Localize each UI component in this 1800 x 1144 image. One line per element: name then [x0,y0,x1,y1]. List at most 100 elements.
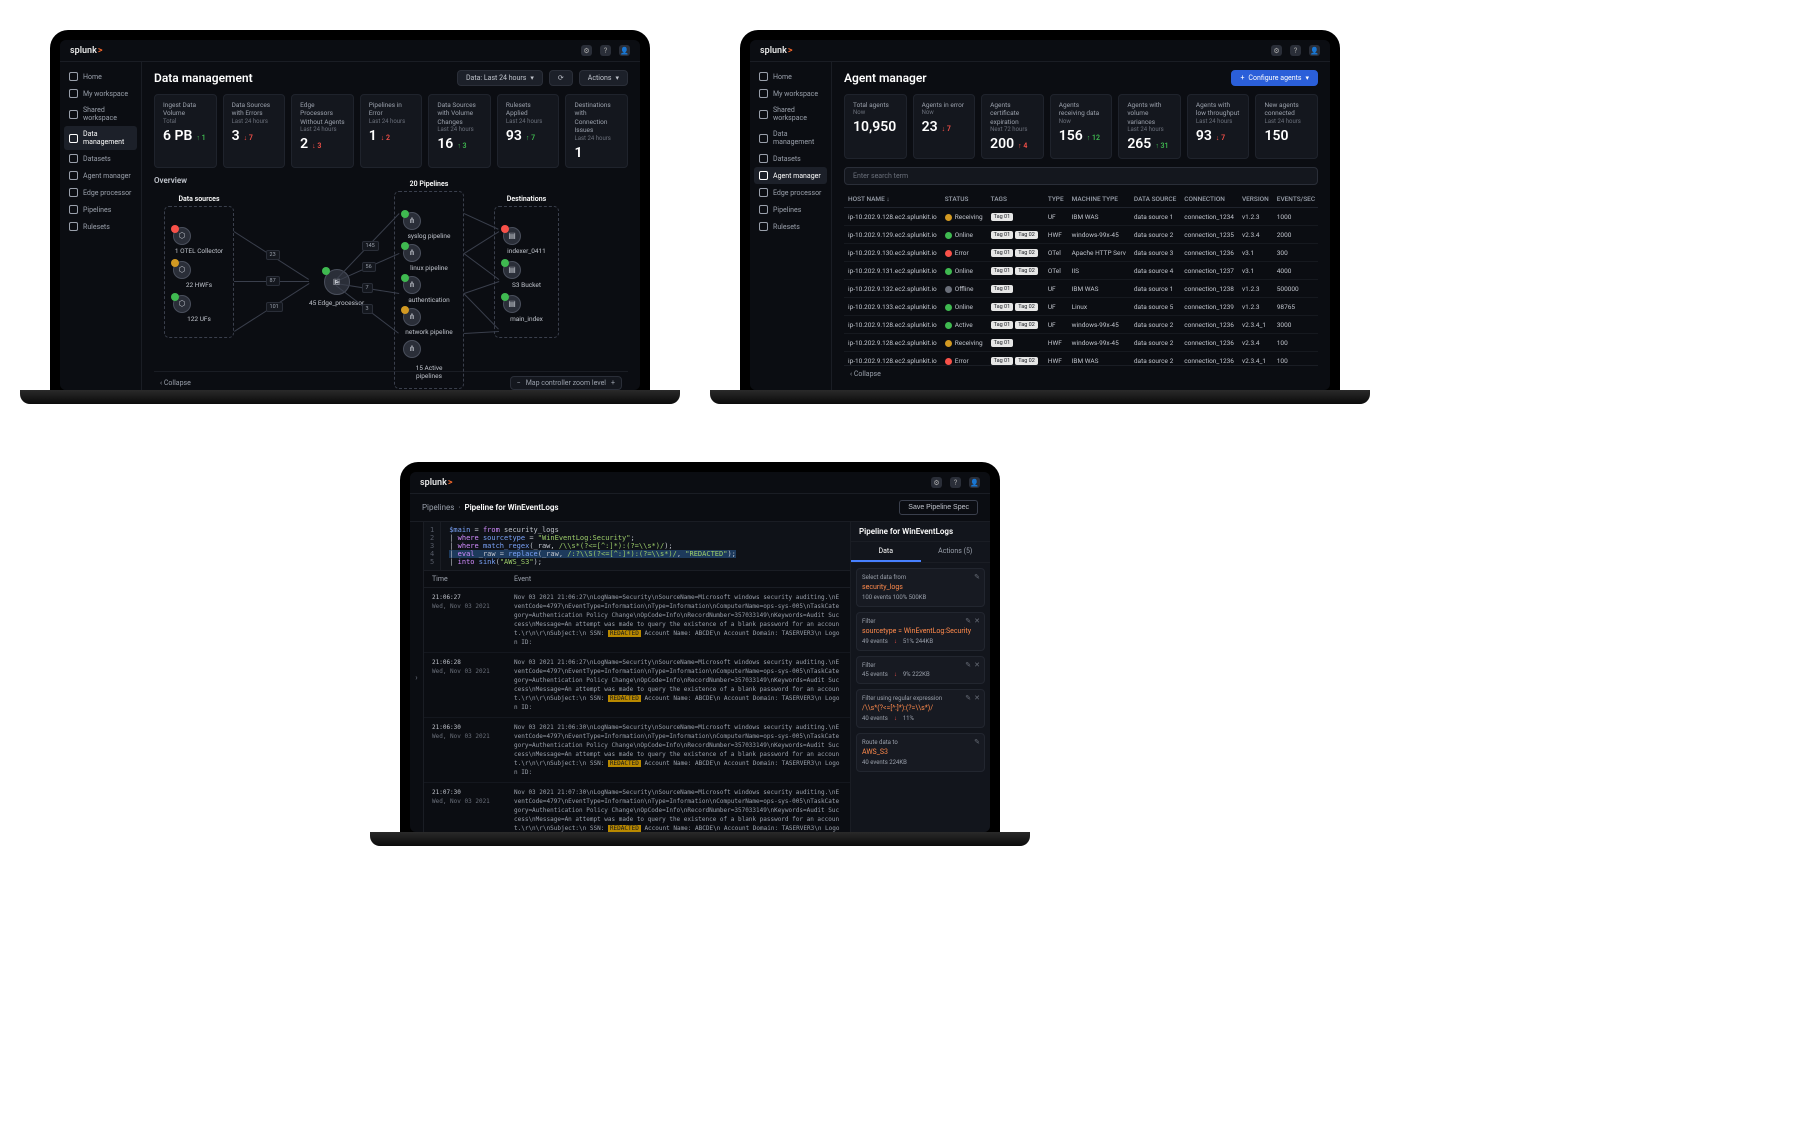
sidebar-item-data-management[interactable]: Data management [754,126,827,150]
sidebar-item-data-management[interactable]: Data management [64,126,137,150]
table-header[interactable]: VERSION [1238,191,1273,208]
stat-card[interactable]: Agents certificate expirationNext 72 hou… [981,94,1044,159]
collapse-sidebar[interactable]: ‹ Collapse [160,379,191,387]
sidebar-item-agent-manager[interactable]: Agent manager [754,167,827,184]
search-input[interactable]: Enter search term [844,167,1318,185]
table-header[interactable]: EVENTS/SEC [1273,191,1318,208]
stat-card[interactable]: Data Sources with ErrorsLast 24 hours3 ↓… [223,94,286,168]
table-header[interactable]: MACHINE TYPE [1068,191,1130,208]
graph-node[interactable]: ⬡ [173,227,225,245]
table-header[interactable]: DATA SOURCE [1130,191,1180,208]
edit-icon[interactable]: ✎ [974,738,980,746]
table-row[interactable]: ip-10.202.9.128.ec2.splunkit.ioReceiving… [844,208,1318,226]
edit-icon[interactable]: ✎ [965,661,971,669]
stat-card[interactable]: Destinations with Connection IssuesLast … [565,94,628,168]
event-row[interactable]: 21:06:30Wed, Nov 03 2021Nov 03 2021 21:0… [424,718,850,783]
action-card[interactable]: ✎Select data fromsecurity_logs100 events… [856,568,985,607]
graph-node[interactable]: ▤ [503,261,550,279]
graph-node[interactable]: ⬡ [173,295,225,313]
help-icon[interactable]: ? [1290,45,1301,56]
events-list[interactable]: 21:06:27Wed, Nov 03 2021Nov 03 2021 21:0… [424,588,850,832]
event-row[interactable]: 21:07:30Wed, Nov 03 2021Nov 03 2021 21:0… [424,783,850,832]
stat-card[interactable]: Rulesets AppliedLast 24 hours93 ↑ 7 [497,94,560,168]
event-row[interactable]: 21:06:27Wed, Nov 03 2021Nov 03 2021 21:0… [424,588,850,653]
edit-icon[interactable]: ✎ [974,573,980,581]
settings-icon[interactable]: ⚙ [581,45,592,56]
sidebar-item-datasets[interactable]: Datasets [754,150,827,167]
tab-actions[interactable]: Actions (5) [921,542,991,562]
collapse-sidebar[interactable]: ‹ Collapse [850,370,881,378]
table-row[interactable]: ip-10.202.9.128.ec2.splunkit.ioReceiving… [844,334,1318,352]
tab-data[interactable]: Data [851,542,921,562]
user-icon[interactable]: 👤 [1309,45,1320,56]
graph-node[interactable]: ▤ [503,227,550,245]
sidebar-item-agent-manager[interactable]: Agent manager [64,167,137,184]
sidebar-item-shared-workspace[interactable]: Shared workspace [754,102,827,126]
table-row[interactable]: ip-10.202.9.128.ec2.splunkit.ioErrorTag … [844,352,1318,365]
stat-card[interactable]: Data Sources with Volume ChangesLast 24 … [428,94,491,168]
graph-node[interactable]: ⋔ [403,212,455,230]
overview-graph[interactable]: Data sources⬡1 OTEL Collector⬡22 HWFs⬡12… [154,191,628,371]
stat-card[interactable]: Agents with volume variancesLast 24 hour… [1118,94,1181,159]
sidebar-item-pipelines[interactable]: Pipelines [64,201,137,218]
table-header[interactable]: HOST NAME ↓ [844,191,941,208]
close-icon[interactable]: ✕ [974,617,980,625]
close-icon[interactable]: ✕ [974,694,980,702]
save-pipeline-button[interactable]: Save Pipeline Spec [899,500,978,515]
event-row[interactable]: 21:06:28Wed, Nov 03 2021Nov 03 2021 21:0… [424,653,850,718]
table-header[interactable]: CONNECTION [1180,191,1238,208]
sidebar-item-pipelines[interactable]: Pipelines [754,201,827,218]
edit-icon[interactable]: ✎ [965,617,971,625]
close-icon[interactable]: ✕ [974,661,980,669]
sidebar-item-home[interactable]: Home [754,68,827,85]
range-dropdown[interactable]: Data: Last 24 hours ▾ [457,70,543,86]
configure-agents-button[interactable]: + Configure agents ▾ [1231,70,1318,86]
sidebar-item-my-workspace[interactable]: My workspace [754,85,827,102]
expand-sidebar-icon[interactable]: › [415,673,417,682]
table-row[interactable]: ip-10.202.9.128.ec2.splunkit.ioActiveTag… [844,316,1318,334]
sidebar-item-edge-processor[interactable]: Edge processor [754,184,827,201]
graph-node[interactable]: ⬡ [173,261,225,279]
action-card[interactable]: ✎✕Filtersourcetype = WinEventLog:Securit… [856,612,985,651]
stat-card[interactable]: Edge Processors Without AgentsLast 24 ho… [291,94,354,168]
stat-card[interactable]: Ingest Data VolumeTotal6 PB ↑ 1 [154,94,217,168]
breadcrumb-parent[interactable]: Pipelines [422,503,454,512]
table-row[interactable]: ip-10.202.9.132.ec2.splunkit.ioOfflineTa… [844,280,1318,298]
stat-card[interactable]: Total agentsNow10,950 [844,94,907,159]
code-editor[interactable]: 12345 $main = from security_logs | where… [424,522,850,571]
stat-card[interactable]: Agents receiving dataNow156 ↑ 12 [1050,94,1113,159]
stat-card[interactable]: Agents with low throughputLast 24 hours9… [1187,94,1250,159]
table-row[interactable]: ip-10.202.9.129.ec2.splunkit.ioOnlineTag… [844,226,1318,244]
stat-card[interactable]: Pipelines in ErrorLast 24 hours1 ↓ 2 [360,94,423,168]
sidebar-item-rulesets[interactable]: Rulesets [754,218,827,235]
graph-node[interactable]: ⋔ [403,308,455,326]
action-card[interactable]: ✎✕Filter45 events ↓ 9% 222KB [856,656,985,684]
settings-icon[interactable]: ⚙ [1271,45,1282,56]
sidebar-item-home[interactable]: Home [64,68,137,85]
sidebar-item-shared-workspace[interactable]: Shared workspace [64,102,137,126]
table-row[interactable]: ip-10.202.9.130.ec2.splunkit.ioErrorTag … [844,244,1318,262]
table-row[interactable]: ip-10.202.9.133.ec2.splunkit.ioOnlineTag… [844,298,1318,316]
zoom-control[interactable]: − Map controller zoom level + [510,376,622,390]
graph-node[interactable]: ▤ [503,295,550,313]
table-header[interactable]: TAGS [987,191,1044,208]
user-icon[interactable]: 👤 [619,45,630,56]
sidebar-item-my-workspace[interactable]: My workspace [64,85,137,102]
edit-icon[interactable]: ✎ [965,694,971,702]
table-row[interactable]: ip-10.202.9.131.ec2.splunkit.ioOnlineTag… [844,262,1318,280]
table-header[interactable]: STATUS [941,191,987,208]
graph-node[interactable]: ⋔ [403,244,455,262]
action-card[interactable]: ✎Route data toAWS_S340 events 224KB [856,733,985,772]
graph-node[interactable]: ⋔ [403,276,455,294]
settings-icon[interactable]: ⚙ [931,477,942,488]
action-card[interactable]: ✎✕Filter using regular expression/\\s*(?… [856,689,985,728]
sidebar-item-datasets[interactable]: Datasets [64,150,137,167]
sidebar-item-rulesets[interactable]: Rulesets [64,218,137,235]
actions-dropdown[interactable]: Actions ▾ [579,70,628,86]
stat-card[interactable]: Agents in errorNow23 ↓ 7 [913,94,976,159]
refresh-button[interactable]: ⟳ [549,70,573,86]
user-icon[interactable]: 👤 [969,477,980,488]
help-icon[interactable]: ? [600,45,611,56]
stat-card[interactable]: New agents connectedLast 24 hours150 [1255,94,1318,159]
help-icon[interactable]: ? [950,477,961,488]
